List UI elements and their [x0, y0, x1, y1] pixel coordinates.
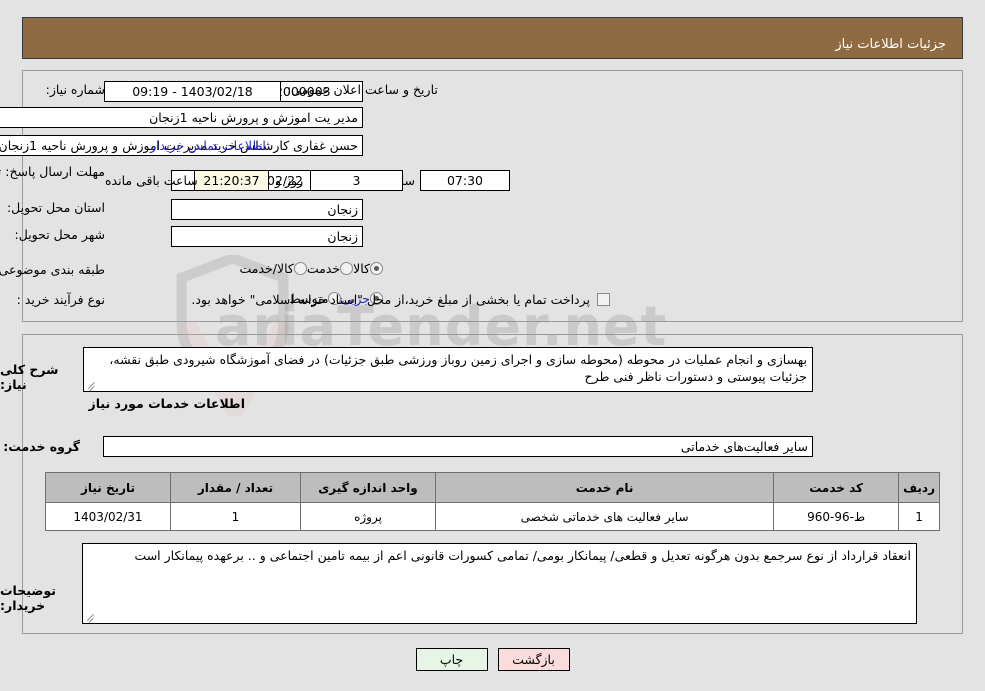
buyer-notes-value: انعقاد قرارداد از نوع سرجمع بدون هرگونه …	[134, 548, 911, 563]
countdown-timer-label: ساعت باقی مانده	[105, 173, 198, 188]
deadline-time-value: 07:30	[420, 170, 510, 191]
buyer-org-value: مدیر یت اموزش و پرورش ناحیه 1زنجان	[0, 107, 363, 128]
announce-datetime-value: 09:19 - 1403/02/18	[104, 81, 281, 102]
th-need-date: تاریخ نیاز	[45, 472, 171, 503]
th-service-name: نام خدمت	[434, 472, 775, 503]
cell-unit: پروژه	[300, 502, 436, 531]
resize-grip-icon[interactable]	[85, 612, 95, 622]
description-value: بهسازی و انجام عملیات در محوطه (محوطه سا…	[109, 352, 807, 384]
cell-service-name: سایر فعالیت های خدماتی شخصی	[434, 502, 775, 531]
back-button[interactable]: بازگشت	[497, 648, 570, 671]
table-header-row: ردیف کد خدمت نام خدمت واحد اندازه گیری ت…	[45, 472, 940, 503]
th-service-code: کد خدمت	[773, 472, 900, 503]
deadline-label: مهلت ارسال پاسخ: تا تاریخ:	[0, 164, 105, 179]
th-quantity: تعداد / مقدار	[170, 472, 301, 503]
table-row: 1 ط-96-960 سایر فعالیت های خدماتی شخصی پ…	[45, 502, 940, 531]
countdown-days-value: 3	[310, 170, 403, 191]
action-button-bar: بازگشت چاپ	[0, 648, 985, 671]
resize-grip-icon[interactable]	[86, 380, 96, 390]
province-value: زنجان	[171, 199, 363, 220]
radio-category-kala-label: کالا	[353, 261, 370, 276]
services-section-heading: اطلاعات خدمات مورد نیاز	[88, 396, 246, 411]
category-label: طبقه بندی موضوعی:	[0, 262, 105, 277]
treasury-checkbox-label: پرداخت تمام یا بخشی از مبلغ خرید،از محل …	[191, 292, 590, 307]
cell-quantity: 1	[170, 502, 301, 531]
cell-index: 1	[898, 502, 940, 531]
category-radio-group: کالا خدمت کالا/خدمت	[239, 261, 383, 276]
page-title: جزئیات اطلاعات نیاز	[835, 37, 946, 52]
city-value: زنجان	[171, 226, 363, 247]
print-button[interactable]: چاپ	[415, 648, 488, 671]
service-group-label: گروه خدمت:	[3, 439, 80, 454]
radio-category-kala[interactable]	[370, 262, 383, 275]
treasury-checkbox-row: پرداخت تمام یا بخشی از مبلغ خرید،از محل …	[191, 292, 610, 307]
th-index: ردیف	[898, 472, 940, 503]
description-textarea[interactable]: بهسازی و انجام عملیات در محوطه (محوطه سا…	[83, 347, 813, 392]
countdown-timer-value: 21:20:37	[194, 170, 269, 191]
radio-category-kala-khedmat[interactable]	[293, 262, 307, 275]
radio-category-kala-khedmat-label: کالا/خدمت	[239, 261, 294, 276]
service-group-value: سایر فعالیت‌های خدماتی	[103, 436, 813, 457]
buyer-notes-label: توضیحات خریدار:	[0, 583, 56, 613]
page-title-bar: جزئیات اطلاعات نیاز	[22, 17, 963, 59]
city-label: شهر محل تحویل:	[14, 227, 105, 242]
cell-service-code: ط-96-960	[773, 502, 900, 531]
buyer-notes-textarea[interactable]: انعقاد قرارداد از نوع سرجمع بدون هرگونه …	[82, 543, 917, 624]
buyer-contact-link[interactable]: اطلاعات تماس خریدار	[150, 138, 266, 153]
th-unit: واحد اندازه گیری	[300, 472, 436, 503]
services-table: ردیف کد خدمت نام خدمت واحد اندازه گیری ت…	[45, 472, 940, 531]
radio-category-khedmat-label: خدمت	[306, 261, 341, 276]
province-label: استان محل تحویل:	[6, 200, 105, 215]
need-number-label: شماره نیاز:	[45, 82, 105, 97]
cell-need-date: 1403/02/31	[45, 502, 171, 531]
announce-datetime-label: تاریخ و ساعت اعلان عمومی:	[287, 82, 438, 97]
treasury-checkbox[interactable]	[597, 293, 610, 306]
description-label: شرح کلی نیاز:	[0, 362, 59, 392]
process-type-label: نوع فرآیند خرید :	[16, 292, 105, 307]
countdown-days-label: روز و	[275, 173, 304, 188]
radio-category-khedmat[interactable]	[340, 262, 354, 275]
